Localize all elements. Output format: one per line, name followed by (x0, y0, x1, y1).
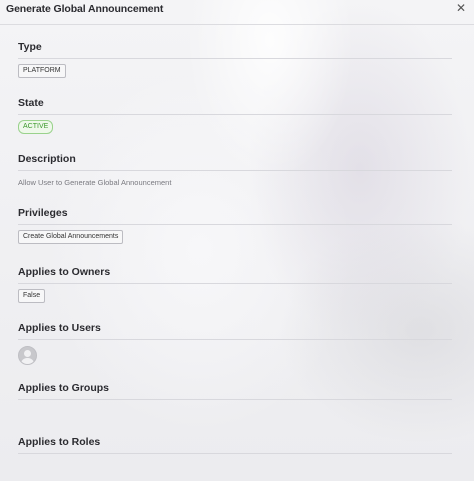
type-tag: PLATFORM (18, 64, 66, 78)
divider (18, 283, 452, 284)
groups-section: Applies to Groups (18, 381, 452, 400)
divider (18, 339, 452, 340)
divider (18, 170, 452, 171)
description-label: Description (18, 153, 76, 165)
close-icon[interactable]: ✕ (454, 1, 468, 15)
users-section: Applies to Users (18, 321, 452, 365)
owners-section: Applies to Owners False (18, 265, 452, 303)
header-divider (0, 24, 474, 25)
divider (18, 58, 452, 59)
privileges-label: Privileges (18, 207, 68, 219)
privilege-tag: Create Global Announcements (18, 230, 124, 244)
details-panel: Generate Global Announcement ✕ Type PLAT… (0, 0, 474, 481)
avatar-head (24, 350, 31, 357)
type-section: Type PLATFORM (18, 40, 452, 78)
groups-label: Applies to Groups (18, 382, 110, 394)
roles-section: Applies to Roles (18, 435, 452, 454)
owners-label: Applies to Owners (18, 266, 111, 278)
privileges-section: Privileges Create Global Announcements (18, 206, 452, 244)
divider (18, 453, 452, 454)
state-label: State (18, 97, 44, 109)
owners-value-tag: False (18, 289, 46, 303)
roles-label: Applies to Roles (18, 436, 101, 448)
divider (18, 224, 452, 225)
dialog-header: Generate Global Announcement ✕ (0, 0, 474, 20)
description-section: Description Allow User to Generate Globa… (18, 152, 452, 187)
users-label: Applies to Users (18, 322, 101, 334)
divider (18, 399, 452, 400)
state-section: State ACTIVE (18, 96, 452, 134)
description-text: Allow User to Generate Global Announceme… (18, 178, 172, 187)
state-badge: ACTIVE (18, 120, 54, 134)
user-avatar-icon[interactable] (18, 346, 37, 365)
divider (18, 114, 452, 115)
dialog-title: Generate Global Announcement (6, 3, 164, 15)
avatar-body (21, 358, 34, 364)
type-label: Type (18, 41, 42, 53)
